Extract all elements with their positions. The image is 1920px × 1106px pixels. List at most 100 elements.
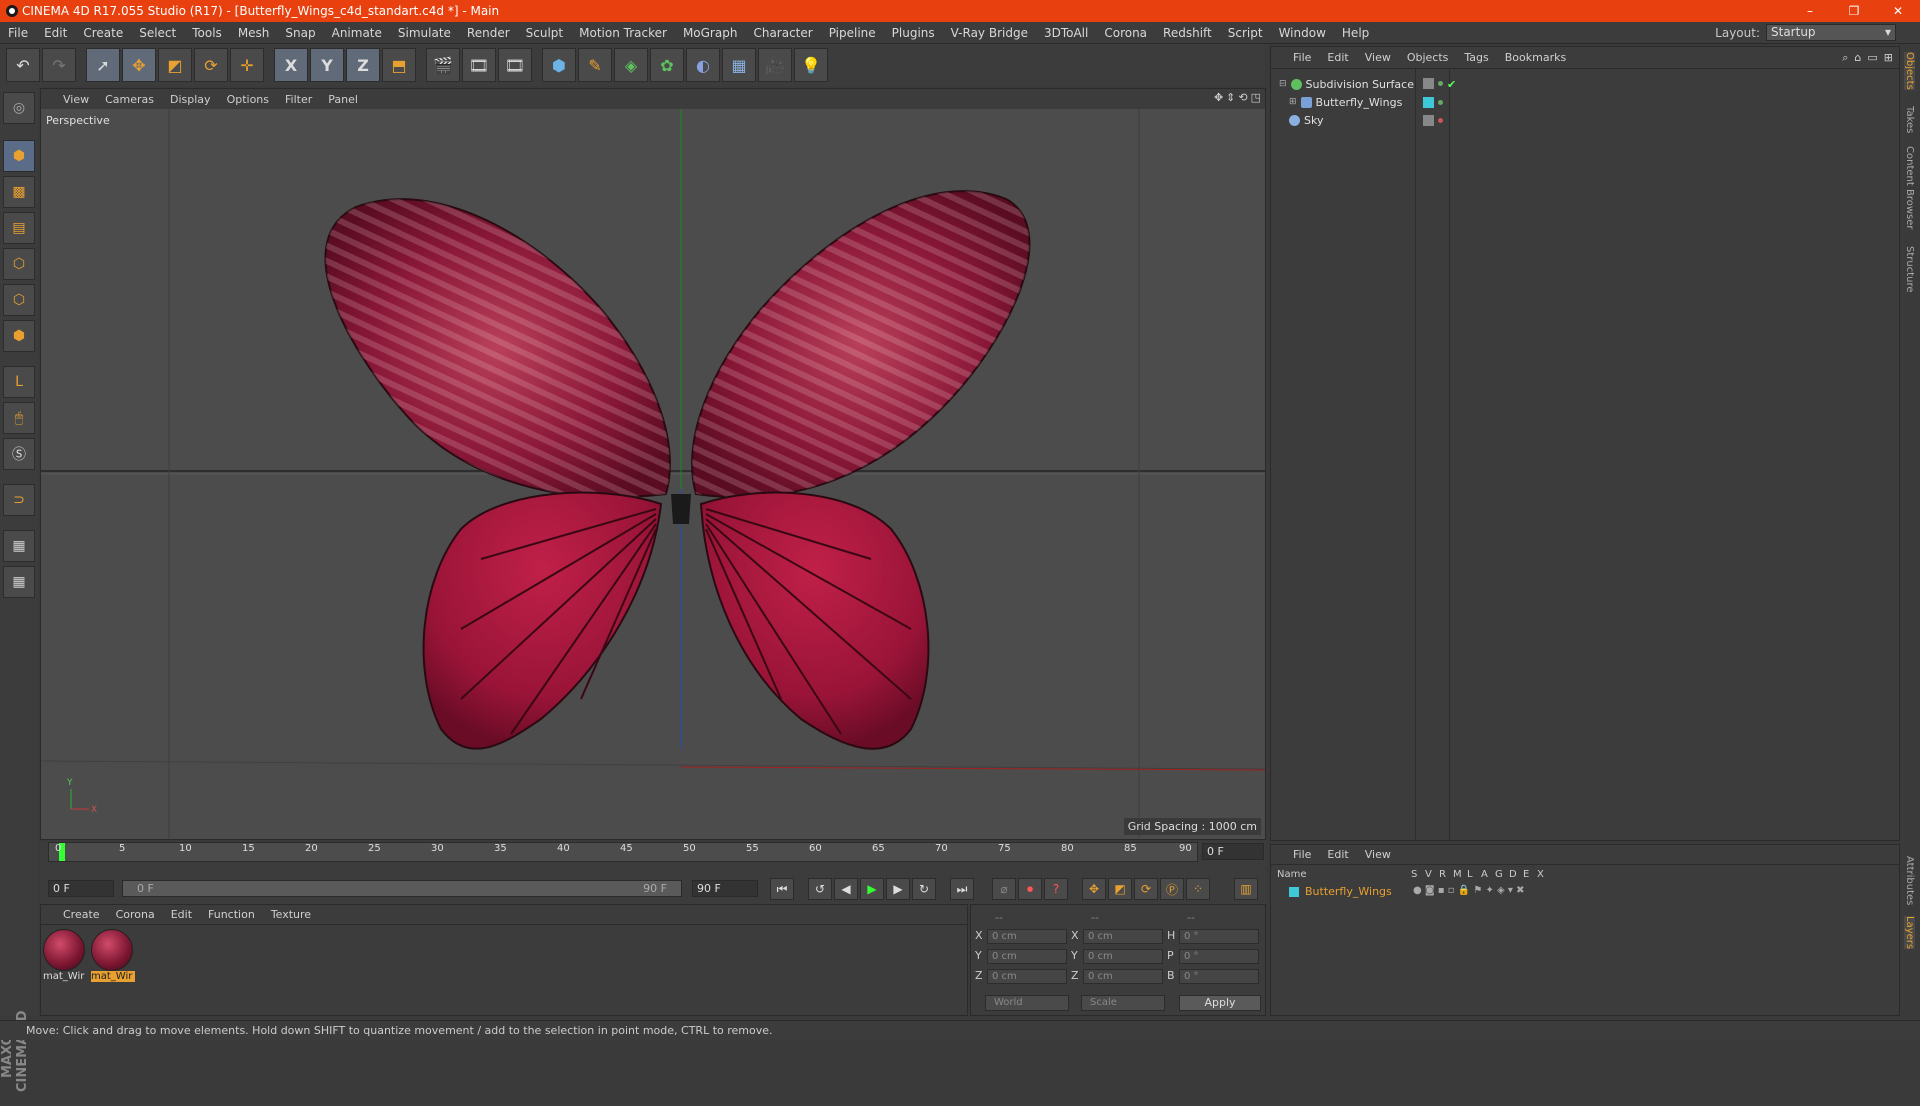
object-row-butterfly-wings[interactable]: ⊞ Butterfly_Wings xyxy=(1275,93,1895,111)
timeline-track[interactable]: 0 5 10 15 20 25 30 35 40 45 50 55 60 65 … xyxy=(48,842,1198,862)
menu-tools[interactable]: Tools xyxy=(184,26,230,40)
autokey-button[interactable]: ⏺ xyxy=(1018,878,1042,900)
rotation-p-field[interactable]: 0 ° xyxy=(1179,949,1259,964)
menu-character[interactable]: Character xyxy=(745,26,820,40)
coordinate-space-dropdown[interactable]: World xyxy=(985,995,1069,1011)
viewport-menu-options[interactable]: Options xyxy=(219,93,277,106)
rotation-b-field[interactable]: 0 ° xyxy=(1179,969,1259,984)
layer-color-icon[interactable] xyxy=(1289,887,1299,897)
menu-3dtoall[interactable]: 3DToAll xyxy=(1036,26,1096,40)
scale-tool-button[interactable]: ◩ xyxy=(158,48,192,82)
mm-menu-texture[interactable]: Texture xyxy=(263,908,319,921)
menu-create[interactable]: Create xyxy=(75,26,131,40)
size-z-field[interactable]: 0 cm xyxy=(1083,969,1163,984)
key-pla-button[interactable]: ⁘ xyxy=(1186,878,1210,900)
maximize-button[interactable]: ❐ xyxy=(1832,0,1876,22)
material-swatch[interactable]: mat_Wir xyxy=(43,929,87,987)
lock-workplane-button[interactable]: ▦ xyxy=(3,530,35,562)
texture-mode-button[interactable]: ▩ xyxy=(3,176,35,208)
menu-pipeline[interactable]: Pipeline xyxy=(821,26,884,40)
start-frame-field[interactable]: 0 F xyxy=(48,880,114,897)
tab-attributes[interactable]: Attributes xyxy=(1904,856,1915,905)
z-axis-button[interactable]: Z xyxy=(346,48,380,82)
tab-takes[interactable]: Takes xyxy=(1904,106,1915,133)
om-menu-bookmarks[interactable]: Bookmarks xyxy=(1497,51,1574,64)
visibility-dot-icon[interactable] xyxy=(1438,117,1443,123)
om-menu-view[interactable]: View xyxy=(1357,51,1399,64)
camera-button[interactable]: 🎥 xyxy=(758,48,792,82)
om-menu-file[interactable]: File xyxy=(1285,51,1319,64)
mm-menu-create[interactable]: Create xyxy=(55,908,108,921)
render-view-button[interactable]: 🎬 xyxy=(426,48,460,82)
menu-motion-tracker[interactable]: Motion Tracker xyxy=(571,26,675,40)
om-menu-edit[interactable]: Edit xyxy=(1319,51,1356,64)
menu-help[interactable]: Help xyxy=(1334,26,1377,40)
axis-mode-button[interactable]: L xyxy=(3,366,35,398)
menu-animate[interactable]: Animate xyxy=(324,26,390,40)
subdivision-button[interactable]: ◈ xyxy=(614,48,648,82)
tab-content-browser[interactable]: Content Browser xyxy=(1904,146,1915,229)
expand-icon[interactable]: ⊞ xyxy=(1884,51,1893,65)
lm-menu-file[interactable]: File xyxy=(1285,848,1319,861)
menu-plugins[interactable]: Plugins xyxy=(884,26,943,40)
make-editable-button[interactable]: ◎ xyxy=(3,92,35,124)
menu-select[interactable]: Select xyxy=(131,26,184,40)
menu-window[interactable]: Window xyxy=(1271,26,1334,40)
viewport-menu-display[interactable]: Display xyxy=(162,93,219,106)
go-to-start-button[interactable]: ⏮ xyxy=(770,878,794,900)
object-row-sky[interactable]: Sky xyxy=(1275,111,1895,129)
rotate-tool-button[interactable]: ⟳ xyxy=(194,48,228,82)
deformer-button[interactable]: ◐ xyxy=(686,48,720,82)
select-tool-button[interactable]: ➚ xyxy=(86,48,120,82)
menu-redshift[interactable]: Redshift xyxy=(1155,26,1220,40)
minimize-button[interactable]: – xyxy=(1788,0,1832,22)
next-frame-button[interactable]: ▶ xyxy=(886,878,910,900)
search-icon[interactable]: ⌕ xyxy=(1842,51,1848,65)
menu-corona[interactable]: Corona xyxy=(1096,26,1155,40)
model-mode-button[interactable]: ⬢ xyxy=(3,140,35,172)
polygons-mode-button[interactable]: ⬢ xyxy=(3,320,35,352)
edges-mode-button[interactable]: ⬡ xyxy=(3,284,35,316)
position-y-field[interactable]: 0 cm xyxy=(987,949,1067,964)
layer-row[interactable]: Butterfly_Wings ● ◙ ▪ ▫ 🔒 ⚑ ✦ ◈ ▾ ✖ xyxy=(1275,885,1895,901)
magnet-button[interactable]: ⊃ xyxy=(3,484,35,516)
visibility-dot-icon[interactable] xyxy=(1438,99,1443,105)
pan-icon[interactable]: ✥ xyxy=(1214,91,1223,104)
visibility-dot-icon[interactable] xyxy=(1438,80,1443,86)
apply-button[interactable]: Apply xyxy=(1179,995,1261,1011)
previous-key-button[interactable]: ↺ xyxy=(808,878,832,900)
layout-dropdown[interactable]: Startup xyxy=(1766,24,1896,41)
size-y-field[interactable]: 0 cm xyxy=(1083,949,1163,964)
snap-button[interactable]: Ⓢ xyxy=(3,438,35,470)
dolly-icon[interactable]: ⇕ xyxy=(1226,91,1235,104)
tab-structure[interactable]: Structure xyxy=(1904,246,1915,293)
floor-button[interactable]: ▦ xyxy=(722,48,756,82)
redo-button[interactable]: ↷ xyxy=(42,48,76,82)
previous-frame-button[interactable]: ◀ xyxy=(834,878,858,900)
key-position-button[interactable]: ✥ xyxy=(1082,878,1106,900)
om-menu-objects[interactable]: Objects xyxy=(1399,51,1457,64)
x-axis-button[interactable]: X xyxy=(274,48,308,82)
key-scale-button[interactable]: ◩ xyxy=(1108,878,1132,900)
viewport-menu-cameras[interactable]: Cameras xyxy=(97,93,162,106)
coordinate-system-button[interactable]: ⬒ xyxy=(382,48,416,82)
tab-objects[interactable]: Objects xyxy=(1904,52,1915,90)
play-button[interactable]: ▶ xyxy=(860,878,884,900)
menu-vray-bridge[interactable]: V-Ray Bridge xyxy=(943,26,1036,40)
render-settings-button[interactable]: 🎞 xyxy=(498,48,532,82)
om-menu-tags[interactable]: Tags xyxy=(1456,51,1496,64)
y-axis-button[interactable]: Y xyxy=(310,48,344,82)
toggle-view-icon[interactable]: ◳ xyxy=(1251,91,1261,104)
planar-workplane-button[interactable]: ▦ xyxy=(3,566,35,598)
menu-render[interactable]: Render xyxy=(459,26,518,40)
points-mode-button[interactable]: ⬡ xyxy=(3,248,35,280)
mm-menu-edit[interactable]: Edit xyxy=(163,908,200,921)
position-x-field[interactable]: 0 cm xyxy=(987,929,1067,944)
current-frame-field[interactable]: 0 F xyxy=(1202,843,1264,860)
layer-toggle-icons[interactable]: ● ◙ ▪ ▫ 🔒 ⚑ ✦ ◈ ▾ ✖ xyxy=(1413,885,1524,896)
menu-edit[interactable]: Edit xyxy=(36,26,75,40)
menu-mesh[interactable]: Mesh xyxy=(230,26,278,40)
menu-mograph[interactable]: MoGraph xyxy=(675,26,746,40)
rotation-h-field[interactable]: 0 ° xyxy=(1179,929,1259,944)
viewport-perspective[interactable]: View Cameras Display Options Filter Pane… xyxy=(40,88,1266,840)
